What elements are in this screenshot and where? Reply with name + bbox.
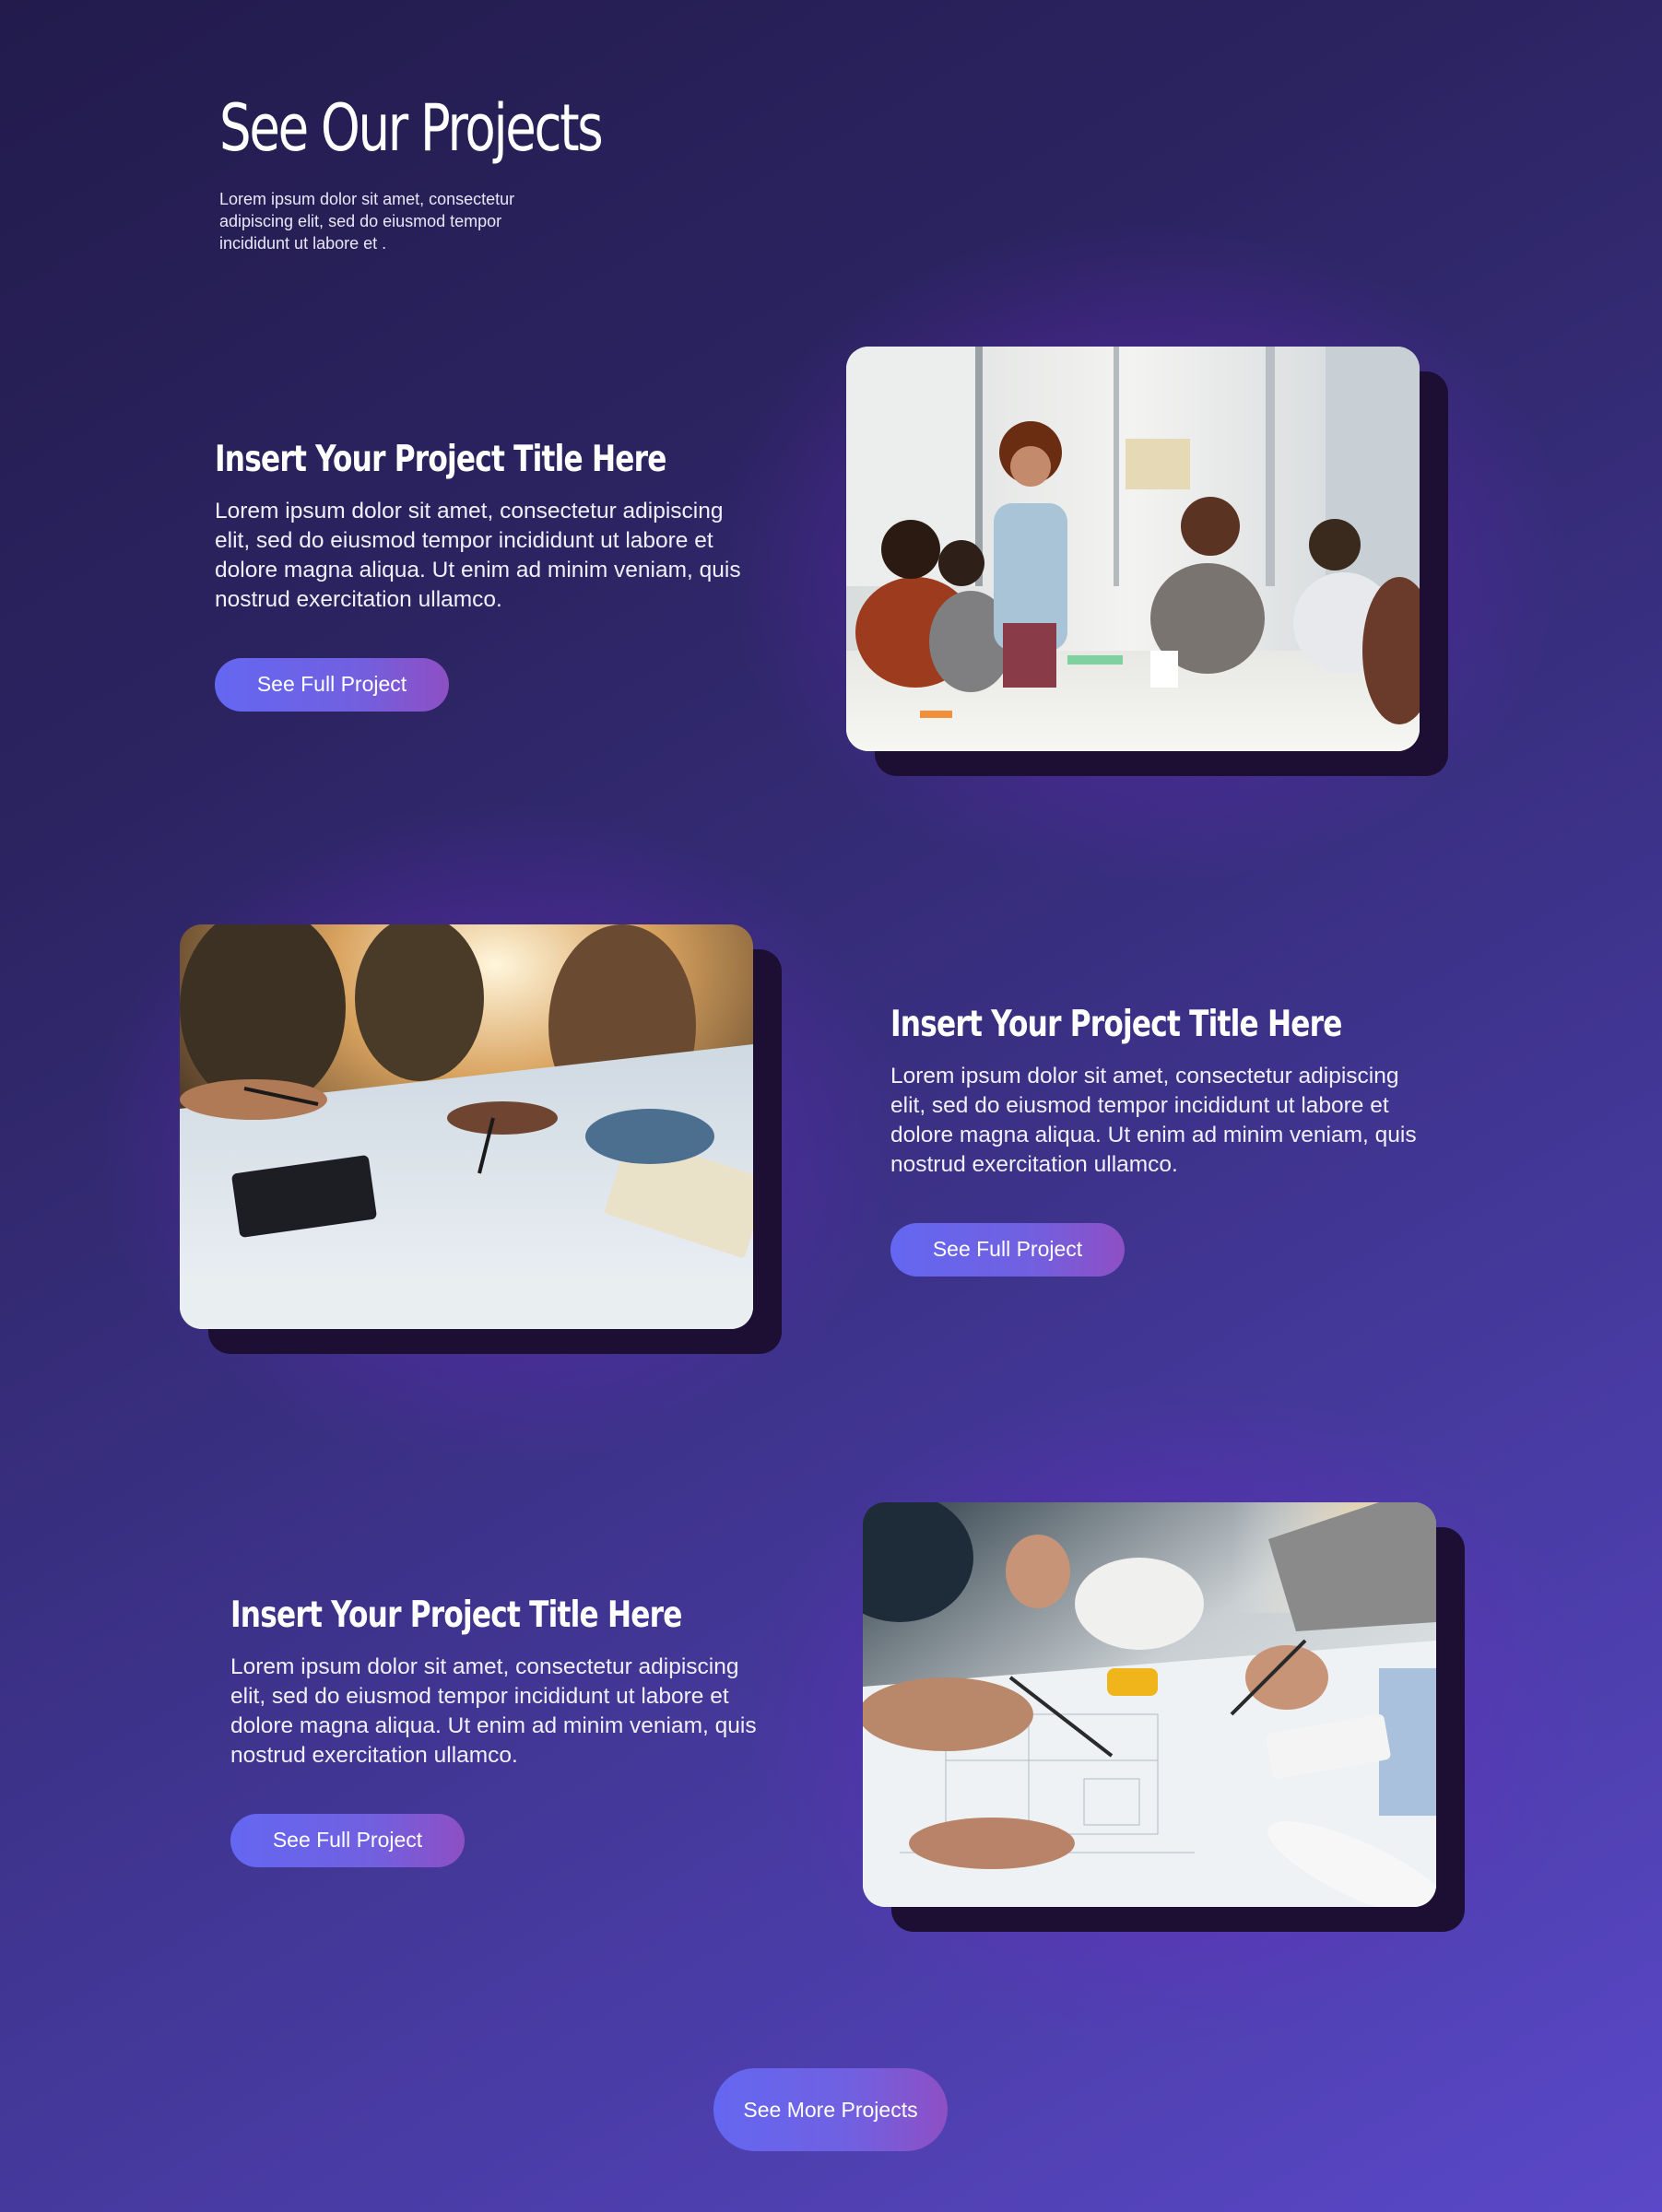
project-card-2: Insert Your Project Title Here Lorem ips…	[890, 1004, 1425, 1277]
project-image-3	[863, 1502, 1465, 1932]
team-meeting-photo[interactable]	[846, 347, 1420, 751]
see-more-projects-button[interactable]: See More Projects	[713, 2068, 948, 2151]
project-image-2	[180, 924, 782, 1354]
intro-text: Lorem ipsum dolor sit amet, consectetur …	[219, 189, 515, 253]
projects-intro: See Our Projects Lorem ipsum dolor sit a…	[219, 90, 607, 254]
project-description: Lorem ipsum dolor sit amet, consectetur …	[890, 1063, 1417, 1177]
project-card-3: Insert Your Project Title Here Lorem ips…	[230, 1594, 765, 1867]
project-card-1: Insert Your Project Title Here Lorem ips…	[215, 439, 749, 712]
project-image-1	[846, 347, 1448, 776]
architect-drawing-photo[interactable]	[863, 1502, 1436, 1907]
project-title: Insert Your Project Title Here	[230, 1594, 682, 1636]
see-full-project-button[interactable]: See Full Project	[890, 1222, 1125, 1277]
project-description: Lorem ipsum dolor sit amet, consectetur …	[230, 1653, 757, 1768]
project-description: Lorem ipsum dolor sit amet, consectetur …	[215, 498, 741, 612]
page-title: See Our Projects	[219, 90, 604, 166]
project-title: Insert Your Project Title Here	[890, 1004, 1342, 1045]
see-full-project-button[interactable]: See Full Project	[215, 657, 449, 712]
see-full-project-button[interactable]: See Full Project	[230, 1813, 465, 1867]
project-title: Insert Your Project Title Here	[215, 439, 666, 480]
blueprint-collaboration-photo[interactable]	[180, 924, 753, 1329]
